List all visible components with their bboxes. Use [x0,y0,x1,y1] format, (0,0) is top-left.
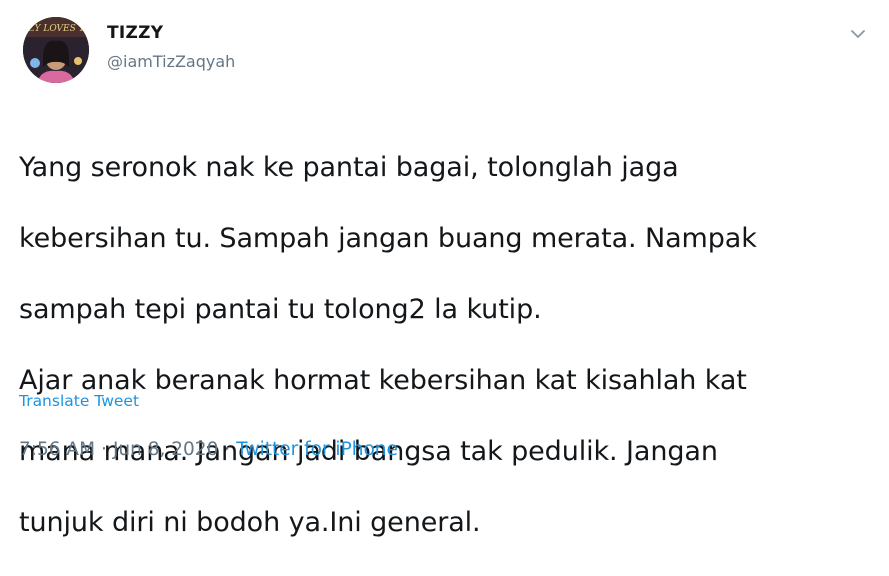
author-header: TIZZY @iamTizZaqyah [107,22,235,74]
tweet-text-line: tunjuk diri ni bodoh ya.Ini general. [19,506,481,538]
author-handle[interactable]: @iamTizZaqyah [107,50,235,74]
meta-separator: · [224,439,231,460]
tweet-card: TIZZY LOVES YOU TIZZY @iamTizZaqyah Yang… [0,0,889,538]
tweet-text-line: sampah tepi pantai tu tolong2 la kutip. [19,293,542,325]
tweet-text-line: Yang seronok nak ke pantai bagai, tolong… [19,151,679,183]
chevron-down-icon[interactable] [848,24,868,44]
translate-tweet-link[interactable]: Translate Tweet [19,391,139,411]
tweet-date[interactable]: Jun 8, 2020 [113,439,218,460]
author-avatar[interactable]: TIZZY LOVES YOU [23,17,89,83]
tweet-time[interactable]: 7:56 AM [19,439,95,460]
tweet-text-line: Ajar anak beranak hormat kebersihan kat … [19,364,747,396]
meta-separator: · [101,439,107,460]
tweet-metadata: 7:56 AM · Jun 8, 2020 · Twitter for iPhone [19,437,398,463]
author-display-name[interactable]: TIZZY [107,22,235,44]
tweet-source-link[interactable]: Twitter for iPhone [236,439,398,460]
avatar-banner-text: TIZZY LOVES YOU [23,24,89,34]
tweet-text: Yang seronok nak ke pantai bagai, tolong… [19,114,869,576]
avatar-image: TIZZY LOVES YOU [23,17,89,83]
tweet-text-line: kebersihan tu. Sampah jangan buang merat… [19,222,757,254]
